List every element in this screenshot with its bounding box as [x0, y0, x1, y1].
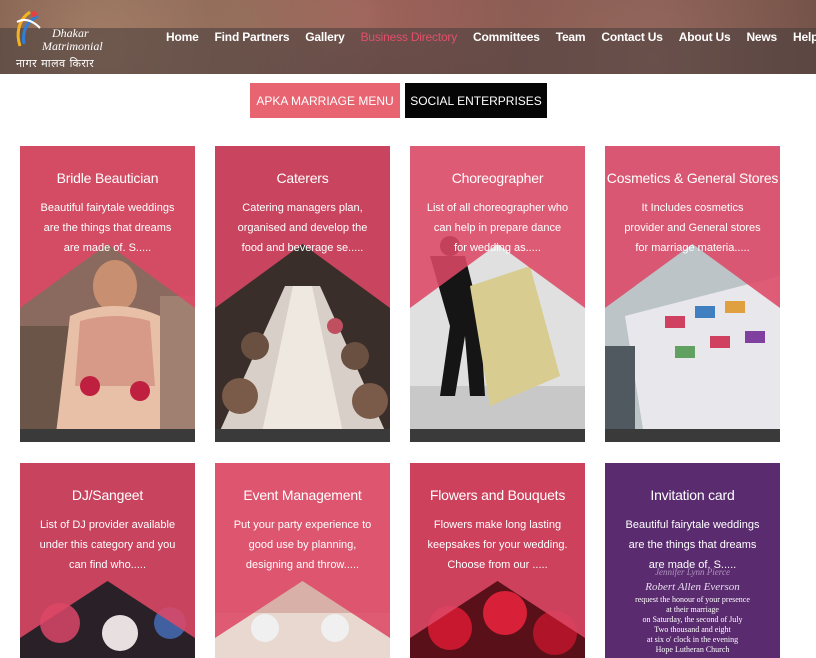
nav-contact-us[interactable]: Contact Us	[601, 30, 663, 44]
card-flowers-bouquets[interactable]: Flowers and Bouquets Flowers make long l…	[410, 463, 585, 658]
card-description: Put your party experience to good use by…	[233, 519, 372, 571]
card-dj-sangeet[interactable]: DJ/Sangeet List of DJ provider available…	[20, 463, 195, 658]
card-title: Choreographer	[451, 170, 544, 186]
card-title: DJ/Sangeet	[71, 487, 144, 503]
card-title: Flowers and Bouquets	[429, 487, 566, 503]
logo-name-line2: Matrimonial	[42, 39, 103, 53]
card-description: Beautiful fairytale weddings are the thi…	[40, 202, 175, 254]
nav-help-label: Help	[793, 30, 816, 44]
card-bridle-beautician[interactable]: Bridle Beautician Beautiful fairytale we…	[20, 146, 195, 442]
card-overlay-shape	[410, 146, 585, 308]
nav-help[interactable]: Help▾	[793, 30, 816, 44]
card-description: List of DJ provider available under this…	[39, 519, 176, 571]
nav-business-directory[interactable]: Business Directory	[361, 30, 458, 44]
social-enterprises-button[interactable]: SOCIAL ENTERPRISES	[405, 83, 547, 118]
card-caterers[interactable]: Caterers Catering managers plan, organis…	[215, 146, 390, 442]
invitation-line: at their marriage	[666, 605, 719, 614]
site-header: Dhakar Matrimonial नागर मालव किरार Home …	[0, 0, 816, 74]
card-title: Bridle Beautician	[56, 170, 159, 186]
nav-find-partners[interactable]: Find Partners	[215, 30, 290, 44]
card-overlay-shape	[605, 146, 780, 308]
logo-mark-icon	[16, 10, 41, 47]
card-title: Caterers	[276, 170, 329, 186]
card-choreographer[interactable]: Choreographer List of all choreographer …	[410, 146, 585, 442]
site-logo[interactable]: Dhakar Matrimonial नागर मालव किरार	[14, 6, 110, 70]
nav-news[interactable]: News	[746, 30, 777, 44]
card-description: Flowers make long lasting keepsakes for …	[427, 519, 568, 571]
card-title: Invitation card	[650, 487, 735, 503]
card-footer-bar	[410, 429, 585, 442]
nav-gallery[interactable]: Gallery	[305, 30, 344, 44]
card-description: Beautiful fairytale weddings are the thi…	[625, 519, 760, 571]
card-invitation-card[interactable]: Invitation card Beautiful fairytale wedd…	[605, 463, 780, 658]
nav-about-us[interactable]: About Us	[679, 30, 731, 44]
invitation-lines: request the honour of your presence at t…	[605, 595, 780, 655]
card-cosmetics-general-stores[interactable]: Cosmetics & General Stores It Includes c…	[605, 146, 780, 442]
card-overlay-shape	[215, 146, 390, 308]
marriage-menu-button[interactable]: APKA MARRIAGE MENU	[250, 83, 400, 118]
invitation-line: at six o' clock in the evening	[646, 635, 739, 644]
invitation-line: on Saturday, the second of July	[642, 615, 743, 624]
invitation-line: request the honour of your presence	[635, 595, 750, 604]
card-footer-bar	[215, 429, 390, 442]
card-event-management[interactable]: Event Management Put your party experien…	[215, 463, 390, 658]
card-footer-bar	[20, 429, 195, 442]
card-overlay-shape	[20, 146, 195, 308]
card-title: Event Management	[243, 487, 362, 503]
invitation-line: Two thousand and eight	[654, 625, 731, 634]
card-description: Catering managers plan, organised and de…	[237, 202, 368, 254]
invitation-line: Hope Lutheran Church	[655, 645, 730, 654]
nav-committees[interactable]: Committees	[473, 30, 540, 44]
card-footer-bar	[605, 429, 780, 442]
logo-tagline: नागर मालव किरार	[16, 57, 95, 70]
nav-team[interactable]: Team	[556, 30, 586, 44]
card-description: List of all choreographer who can help i…	[426, 202, 569, 254]
nav-home[interactable]: Home	[166, 30, 199, 44]
card-description: It Includes cosmetics provider and Gener…	[624, 202, 761, 254]
invitation-names2: Robert Allen Everson	[645, 581, 740, 593]
main-nav: Home Find Partners Gallery Business Dire…	[166, 28, 816, 46]
invitation-names1: Jennifer Lynn Pierce	[655, 567, 730, 577]
card-title: Cosmetics & General Stores	[606, 170, 779, 186]
